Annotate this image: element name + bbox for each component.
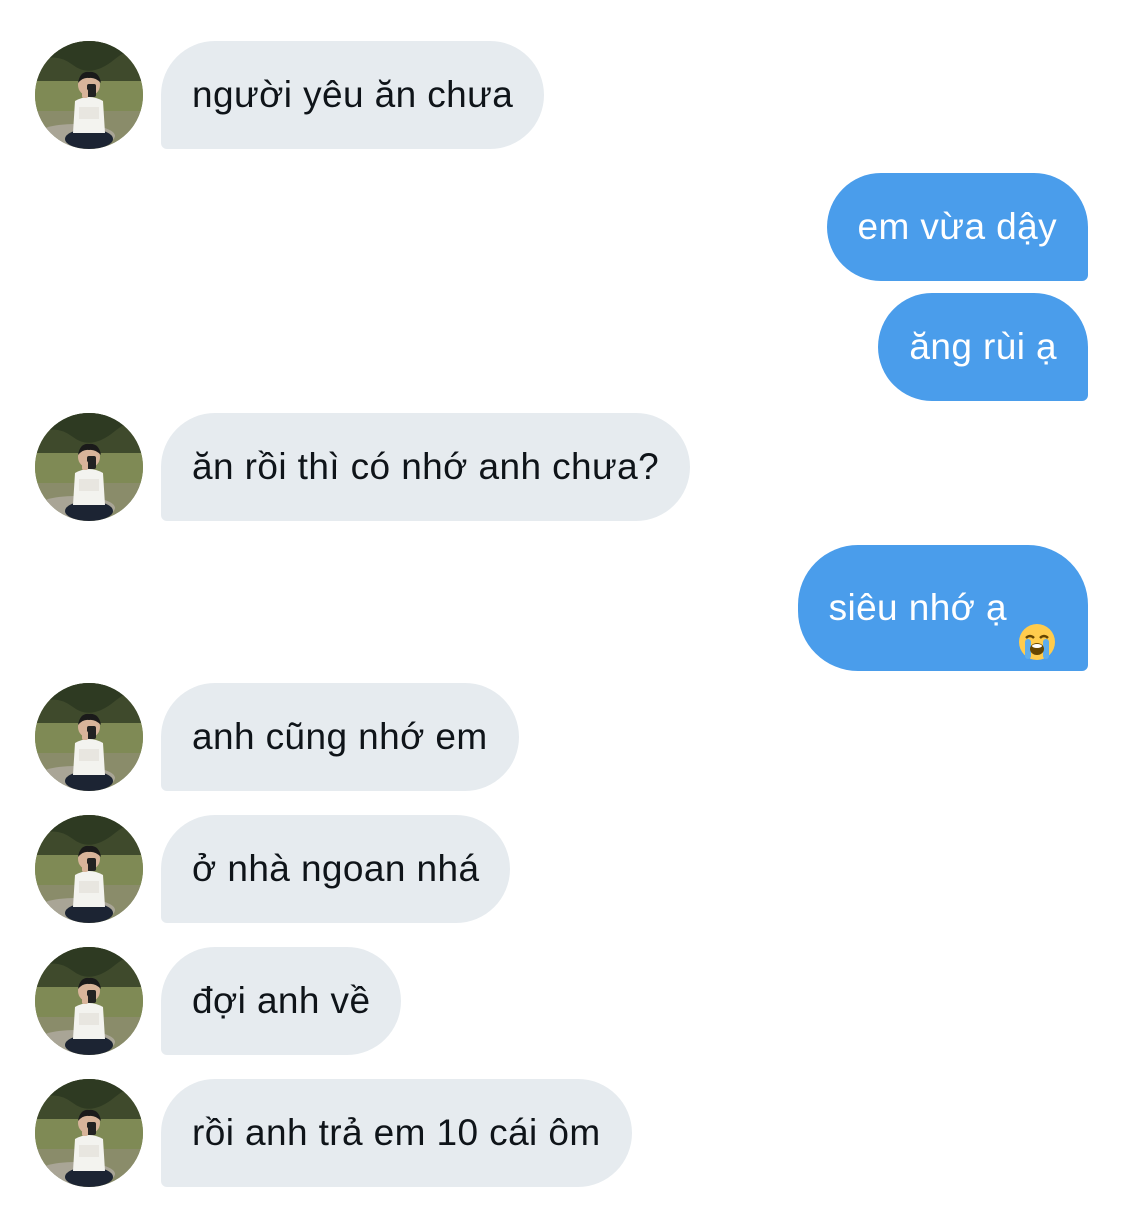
message-row-outgoing: siêu nhớ ạ xyxy=(0,545,1124,671)
message-row-incoming: người yêu ăn chưa xyxy=(0,41,1124,149)
message-bubble-incoming[interactable]: ăn rồi thì có nhớ anh chưa? xyxy=(161,413,691,521)
message-bubble-outgoing[interactable]: em vừa dậy xyxy=(826,173,1088,281)
message-row-incoming: ở nhà ngoan nhá xyxy=(0,815,1124,923)
message-row-incoming: ăn rồi thì có nhớ anh chưa? xyxy=(0,413,1124,521)
message-bubble-outgoing[interactable]: ăng rùi ạ xyxy=(878,293,1088,401)
message-bubble-incoming[interactable]: đợi anh về xyxy=(161,947,402,1055)
message-bubble-outgoing[interactable]: siêu nhớ ạ xyxy=(797,545,1088,671)
message-bubble-incoming[interactable]: anh cũng nhớ em xyxy=(161,683,519,791)
message-row-incoming: rồi anh trả em 10 cái ôm xyxy=(0,1079,1124,1187)
chat-thread: người yêu ăn chưa em vừa dậy ăng rùi ạ ă… xyxy=(0,0,1124,1228)
sender-avatar[interactable] xyxy=(35,41,143,149)
message-row-incoming: đợi anh về xyxy=(0,947,1124,1055)
sender-avatar[interactable] xyxy=(35,947,143,1055)
message-bubble-incoming[interactable]: ở nhà ngoan nhá xyxy=(161,815,511,923)
loudly-crying-face-icon xyxy=(1017,587,1057,661)
sender-avatar[interactable] xyxy=(35,1079,143,1187)
message-row-outgoing: ăng rùi ạ xyxy=(0,293,1124,401)
sender-avatar[interactable] xyxy=(35,413,143,521)
message-bubble-incoming[interactable]: người yêu ăn chưa xyxy=(161,41,545,149)
message-text: siêu nhớ ạ xyxy=(828,587,1007,628)
sender-avatar[interactable] xyxy=(35,815,143,923)
message-row-incoming: anh cũng nhớ em xyxy=(0,683,1124,791)
message-row-outgoing: em vừa dậy xyxy=(0,173,1124,281)
sender-avatar[interactable] xyxy=(35,683,143,791)
message-bubble-incoming[interactable]: rồi anh trả em 10 cái ôm xyxy=(161,1079,632,1187)
